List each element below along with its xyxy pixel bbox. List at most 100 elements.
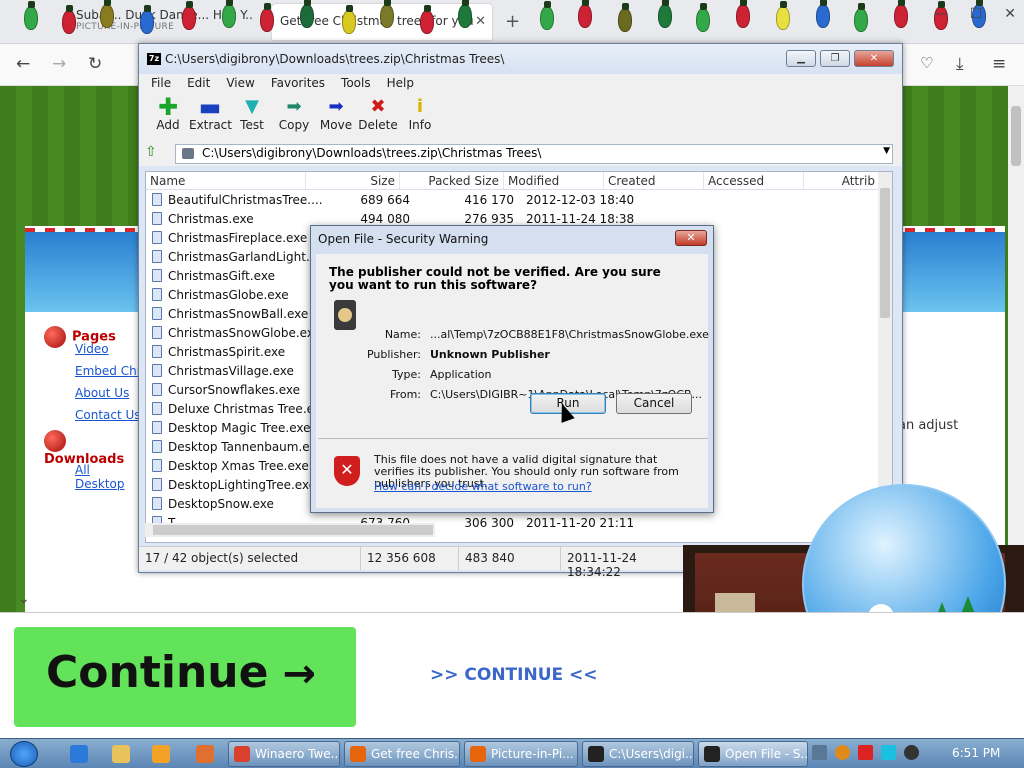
media-player-icon[interactable]	[152, 745, 170, 763]
column-header-modified[interactable]: Modified	[504, 172, 604, 189]
add-button[interactable]: ✚ Add	[147, 92, 189, 142]
delete-button[interactable]: ✖ Delete	[357, 92, 399, 142]
menu-edit[interactable]: Edit	[187, 74, 210, 92]
cancel-button[interactable]: Cancel	[616, 393, 692, 414]
folder-up-icon[interactable]: ⇧	[145, 144, 165, 164]
file-name: ChristmasGlobe.exe	[168, 287, 289, 302]
copy-button[interactable]: ➡ Copy	[273, 92, 315, 142]
task-picture-in-picture[interactable]: Picture-in-Pi...	[464, 741, 578, 767]
field-value: ...al\Temp\7zOCB88E1F8\ChristmasSnowGlob…	[430, 328, 709, 341]
address-field[interactable]: C:\Users\digibrony\Downloads\trees.zip\C…	[175, 144, 893, 164]
chevron-down-icon[interactable]: ⌄	[18, 591, 30, 607]
address-text: C:\Users\digibrony\Downloads\trees.zip\C…	[202, 146, 542, 160]
tab-close-icon[interactable]: ✕	[475, 14, 486, 29]
field-key: Name:	[384, 328, 421, 341]
warning-shield-icon: ✕	[334, 456, 360, 486]
task-get-free-christmas[interactable]: Get free Chris...	[344, 741, 460, 767]
new-tab-button[interactable]: +	[505, 11, 520, 32]
help-link[interactable]: How can I decide what software to run?	[374, 480, 592, 493]
column-header-created[interactable]: Created	[604, 172, 704, 189]
dialog-close-button[interactable]: ✕	[675, 230, 707, 246]
list-item[interactable]: BeautifulChristmasTree.... 689 664 416 170…	[146, 190, 892, 209]
network-icon[interactable]	[881, 745, 896, 760]
column-header-attrib[interactable]: Attrib	[804, 172, 880, 189]
scrollbar-thumb[interactable]	[153, 525, 433, 535]
file-name: CursorSnowflakes.exe	[168, 382, 300, 397]
file-size: 689 664	[360, 192, 410, 207]
bulb-icon	[894, 0, 908, 28]
nav-link-all-desktop[interactable]: All Desktop trees in one file	[75, 463, 139, 491]
file-name: Deluxe Christmas Tree.e...	[168, 401, 326, 416]
menu-tools[interactable]: Tools	[341, 74, 371, 92]
volume-icon[interactable]	[904, 745, 919, 760]
bulb-icon	[260, 3, 274, 32]
task-open-file[interactable]: Open File - S...	[698, 741, 808, 767]
extract-button[interactable]: ▬ Extract	[189, 92, 232, 142]
test-button[interactable]: ▼ Test	[231, 92, 273, 142]
column-header-size[interactable]: Size	[306, 172, 400, 189]
column-header-accessed[interactable]: Accessed	[704, 172, 804, 189]
copy-icon: ➡	[286, 96, 302, 117]
dialog-separator	[318, 438, 708, 439]
minimize-button[interactable]: ▁	[786, 50, 816, 67]
menu-view[interactable]: View	[226, 74, 254, 92]
bulb-icon	[222, 0, 236, 28]
scrollbar-thumb[interactable]	[880, 188, 890, 318]
forward-icon[interactable]: →	[52, 54, 66, 74]
maximize-button[interactable]: ❐	[820, 50, 850, 67]
list-hscrollbar[interactable]	[145, 523, 435, 537]
chrome-icon	[234, 746, 250, 762]
file-icon	[152, 497, 162, 510]
column-header-packed[interactable]: Packed Size	[400, 172, 504, 189]
search-icon[interactable]	[835, 745, 850, 760]
file-icon	[152, 193, 162, 206]
explorer-icon[interactable]	[112, 745, 130, 763]
info-button[interactable]: i Info	[399, 92, 441, 142]
close-button[interactable]: ✕	[854, 50, 894, 67]
app-icon[interactable]	[196, 745, 214, 763]
taskbar: Winaero Twe... Get free Chris... Picture…	[0, 738, 1024, 768]
move-icon: ➡	[328, 96, 344, 117]
menu-icon[interactable]: ≡	[992, 54, 1006, 74]
back-icon[interactable]: ←	[16, 54, 30, 74]
page-scrollbar[interactable]	[1008, 86, 1024, 612]
nav-link-embed[interactable]: Embed Christmas trees to your website	[75, 364, 145, 378]
menu-bar: File Edit View Favorites Tools Help	[139, 74, 902, 92]
menu-favorites[interactable]: Favorites	[271, 74, 325, 92]
nav-link-contact[interactable]: Contact Us	[75, 408, 144, 422]
flag-icon[interactable]	[858, 745, 873, 760]
continue-link[interactable]: >> CONTINUE <<	[430, 665, 598, 685]
bulb-icon	[736, 0, 750, 28]
ie-icon[interactable]	[70, 745, 88, 763]
start-button[interactable]	[10, 741, 38, 767]
chevron-down-icon[interactable]: ▼	[883, 146, 890, 156]
file-size: 494 080	[360, 211, 410, 226]
reload-icon[interactable]: ↻	[88, 54, 102, 74]
move-button[interactable]: ➡ Move	[315, 92, 357, 142]
download-icon[interactable]: ⤓	[956, 54, 964, 74]
toolbar: ✚ Add ▬ Extract ▼ Test ➡ Copy ➡ Move ✖ Delete …	[139, 92, 902, 142]
minimize-button[interactable]: —	[934, 6, 948, 22]
task-sevenzip[interactable]: C:\Users\digi...	[582, 741, 694, 767]
field-value: Unknown Publisher	[430, 348, 550, 361]
file-icon	[152, 364, 162, 377]
tray-icon[interactable]	[812, 745, 827, 760]
bulb-icon	[140, 5, 154, 34]
file-packed: 276 935	[464, 211, 514, 226]
task-winaero[interactable]: Winaero Twe...	[228, 741, 340, 767]
nav-link-about[interactable]: About Us	[75, 386, 144, 400]
file-name: Christmas.exe	[168, 211, 254, 226]
menu-help[interactable]: Help	[387, 74, 414, 92]
continue-ad-button[interactable]: Continue →	[14, 627, 356, 727]
close-button[interactable]: ✕	[1004, 6, 1016, 22]
clock[interactable]: 6:51 PM	[952, 746, 1000, 760]
toolbar-label: Extract	[189, 118, 232, 132]
bulb-icon	[816, 0, 830, 28]
field-publisher: Publisher: Unknown Publisher	[366, 348, 550, 361]
scrollbar-thumb[interactable]	[1011, 106, 1021, 166]
column-header-name[interactable]: Name	[146, 172, 306, 189]
extract-icon: ▬	[198, 93, 222, 121]
menu-file[interactable]: File	[151, 74, 171, 92]
pocket-icon[interactable]: ♡	[920, 54, 933, 72]
maximize-button[interactable]: ☐	[970, 6, 983, 22]
